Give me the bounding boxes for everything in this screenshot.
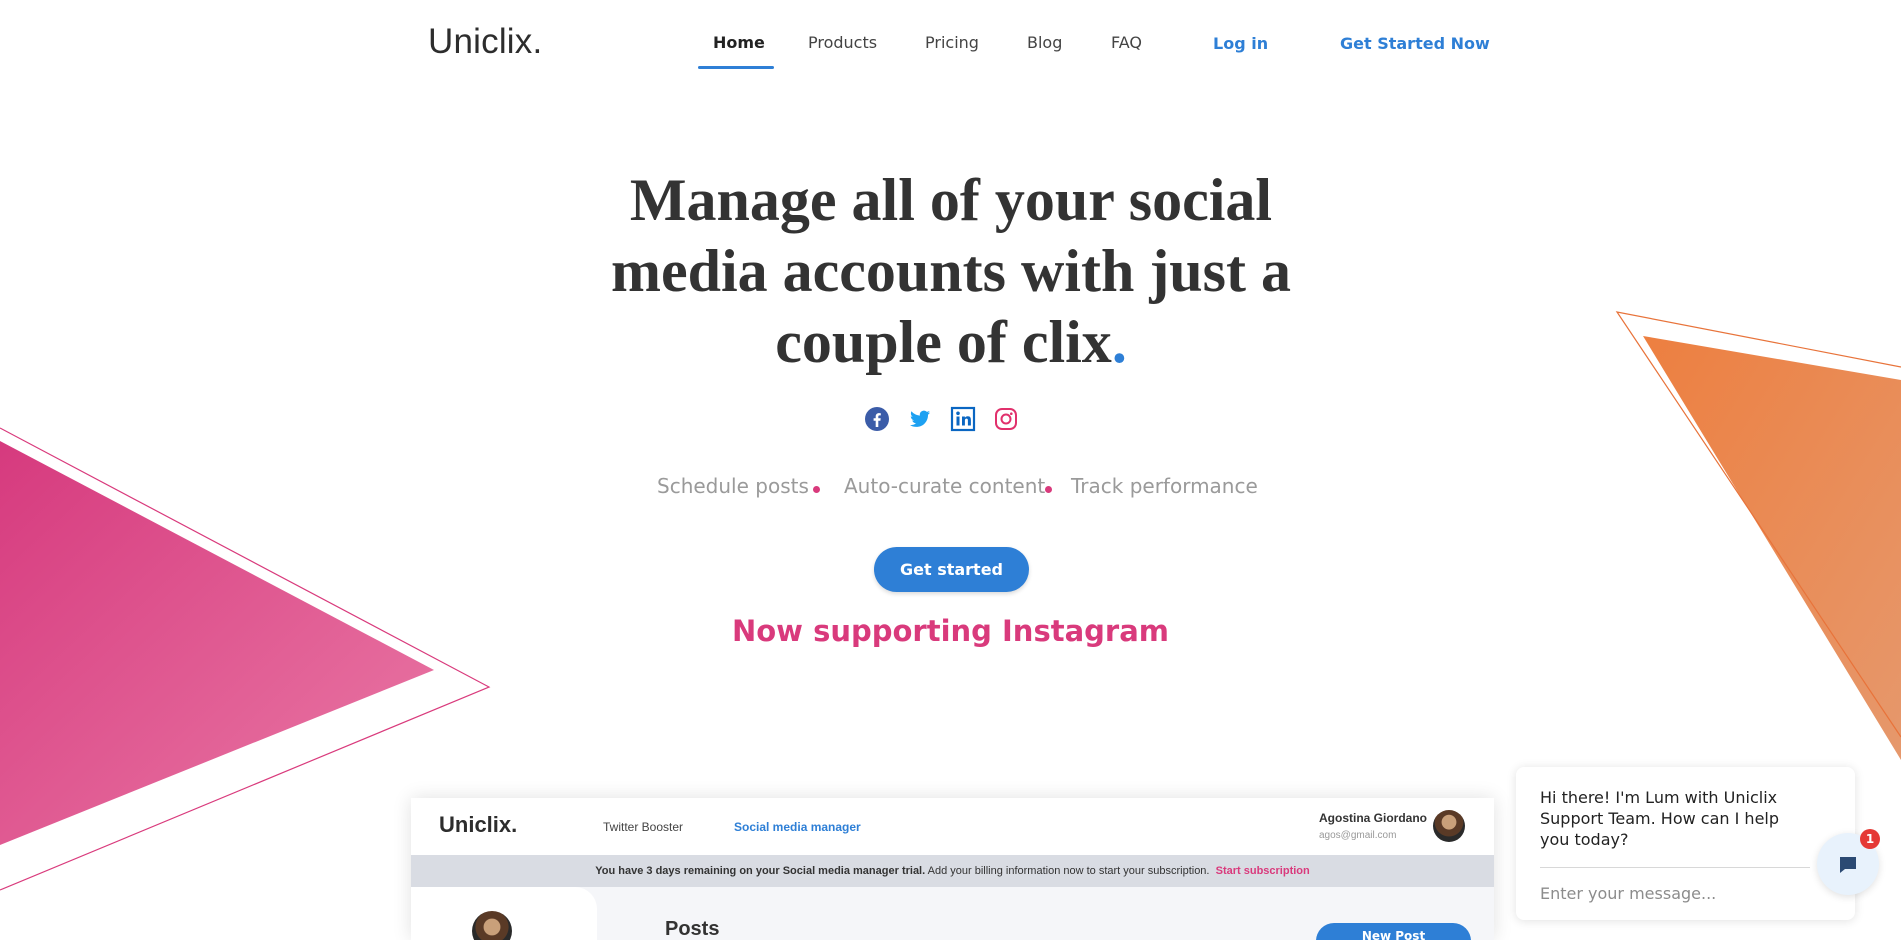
chat-greeting: Hi there! I'm Lum with Uniclix Support T… [1540,788,1780,849]
preview-trial-banner: You have 3 days remaining on your Social… [411,855,1494,887]
site-header: Uniclix. Home Products Pricing Blog FAQ … [0,0,1901,90]
get-started-button[interactable]: Get started [874,547,1029,592]
preview-posts-title: Posts [665,918,720,940]
nav-home[interactable]: Home [713,33,765,52]
preview-banner-link: Start subscription [1215,865,1310,877]
login-link[interactable]: Log in [1213,34,1268,53]
twitter-icon[interactable] [907,406,933,432]
nav-active-indicator [698,66,774,69]
orange-triangle [1615,311,1901,760]
chat-divider [1540,867,1810,868]
chat-popup: Hi there! I'm Lum with Uniclix Support T… [1516,767,1855,920]
site-logo[interactable]: Uniclix. [428,22,542,62]
chat-message-input[interactable] [1540,880,1810,906]
chat-bubble-icon [1840,857,1856,873]
feature-separator-dot [813,486,820,493]
feature-track-performance: Track performance [1071,474,1258,498]
preview-new-post-button: New Post [1316,923,1471,940]
instagram-icon[interactable] [993,406,1019,432]
linkedin-icon[interactable] [950,406,976,432]
nav-blog[interactable]: Blog [1027,33,1062,52]
hero-title: Manage all of your social media accounts… [600,165,1302,378]
chat-unread-badge: 1 [1860,829,1880,849]
preview-user-email: agos@gmail.com [1319,830,1397,841]
preview-user-name: Agostina Giordano [1319,811,1427,825]
feature-schedule-posts: Schedule posts [657,474,809,498]
feature-list: Schedule posts Auto-curate content Track… [0,474,1901,504]
preview-tab-social-media-manager: Social media manager [734,820,861,834]
preview-sidebar [411,887,597,940]
hero-title-dot: . [1111,309,1127,375]
announcement-text: Now supporting Instagram [731,614,1169,648]
feature-auto-curate: Auto-curate content [844,474,1046,498]
feature-separator-dot [1045,486,1052,493]
preview-logo: Uniclix. [439,812,518,837]
nav-products[interactable]: Products [808,33,877,52]
preview-banner-text: Add your billing information now to star… [927,865,1210,877]
preview-sidebar-avatar [472,911,512,940]
preview-avatar [1433,810,1465,842]
nav-faq[interactable]: FAQ [1111,33,1142,52]
preview-top-bar: Uniclix. Twitter Booster Social media ma… [411,798,1494,855]
hero-title-text: Manage all of your social media accounts… [610,167,1291,375]
facebook-icon[interactable] [864,406,890,432]
get-started-now-link[interactable]: Get Started Now [1340,34,1490,53]
nav-pricing[interactable]: Pricing [925,33,979,52]
app-preview: Uniclix. Twitter Booster Social media ma… [411,798,1494,940]
preview-tab-twitter-booster: Twitter Booster [603,820,684,834]
preview-banner-bold: You have 3 days remaining on your Social… [595,865,926,877]
